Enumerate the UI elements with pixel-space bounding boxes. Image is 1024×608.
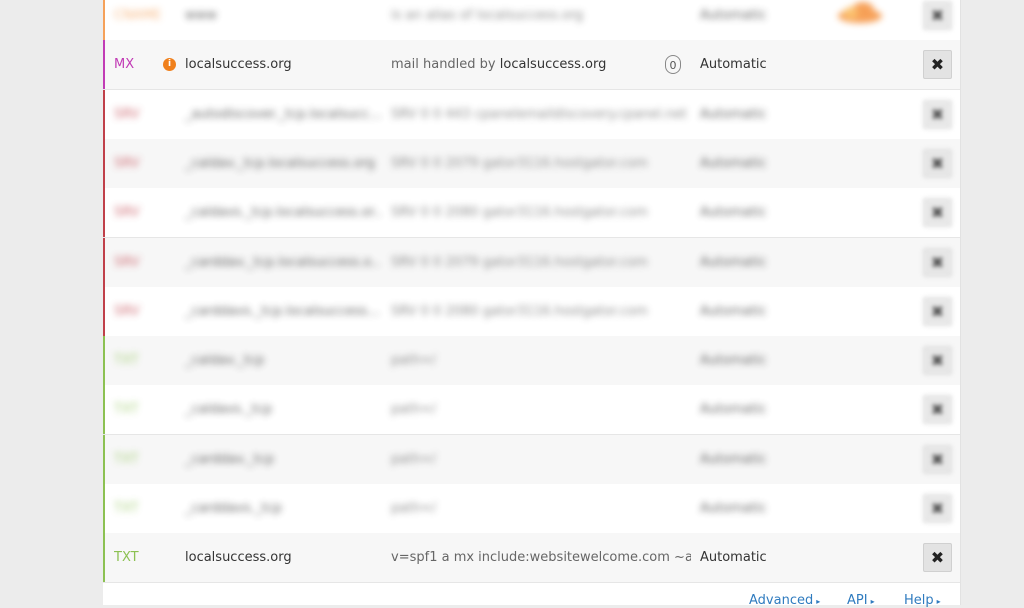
record-name[interactable]: www (185, 0, 381, 40)
dns-record-row: SRV _carddavs._tcp.localsuccess.... SRV 0 … (103, 287, 960, 337)
record-type: SRV (114, 304, 140, 319)
record-name[interactable]: _carddav._tcp (185, 435, 381, 484)
record-name[interactable]: localsuccess.org (185, 533, 381, 582)
delete-record-button[interactable]: ✖ (923, 395, 952, 424)
record-value-host: localsuccess.org (499, 57, 607, 72)
record-name[interactable]: _carddavs._tcp (185, 484, 381, 533)
delete-record-button[interactable]: ✖ (923, 1, 952, 30)
help-link[interactable]: Help ▸ (904, 593, 941, 608)
advanced-link[interactable]: Advanced ▸ (749, 593, 820, 608)
record-name[interactable]: _caldav._tcp (185, 336, 381, 385)
record-name[interactable]: _caldav._tcp.localsuccess.org (185, 139, 381, 188)
record-type-color-bar (103, 484, 105, 533)
record-type: TXT (114, 501, 139, 516)
dns-record-row: TXT localsuccess.org v=spf1 a mx include:w… (103, 533, 960, 583)
delete-record-button[interactable]: ✖ (923, 100, 952, 129)
record-type: SRV (114, 156, 140, 171)
delete-record-button[interactable]: ✖ (923, 198, 952, 227)
info-icon[interactable]: i (163, 58, 176, 71)
record-value[interactable]: SRV 0 0 2079 gator3116.hostgator.com (391, 238, 691, 287)
record-type-color-bar (103, 238, 105, 287)
dns-record-row: TXT _carddav._tcp path=/Automatic ✖ (103, 435, 960, 485)
dns-record-row: TXT _caldav._tcp path=/Automatic ✖ (103, 336, 960, 386)
record-ttl[interactable]: Automatic (700, 0, 820, 40)
record-ttl[interactable]: Automatic (700, 336, 820, 385)
delete-record-button[interactable]: ✖ (923, 248, 952, 277)
record-ttl[interactable]: Automatic (700, 385, 820, 434)
record-type-color-bar (103, 90, 105, 139)
record-type: TXT (114, 452, 139, 467)
record-type-color-bar (103, 287, 105, 336)
dns-record-row: SRV _carddav._tcp.localsuccess.o... SRV 0 … (103, 238, 960, 288)
record-value[interactable]: v=spf1 a mx include:websitewelcome.com ~… (391, 533, 691, 582)
record-type-color-bar (103, 533, 105, 582)
record-ttl[interactable]: Automatic (700, 90, 820, 139)
delete-record-button[interactable]: ✖ (923, 297, 952, 326)
record-ttl[interactable]: Automatic (700, 238, 820, 287)
record-ttl[interactable]: Automatic (700, 484, 820, 533)
dns-record-row: SRV _caldav._tcp.localsuccess.org SRV 0 0 … (103, 139, 960, 189)
api-link[interactable]: API ▸ (847, 593, 875, 608)
record-value[interactable]: path=/ (391, 484, 691, 533)
record-type: SRV (114, 107, 140, 122)
record-type: TXT (114, 402, 139, 417)
record-type: CNAME (114, 8, 162, 23)
record-type-color-bar (103, 0, 105, 40)
record-ttl[interactable]: Automatic (700, 139, 820, 188)
record-type-color-bar (103, 188, 105, 237)
delete-record-button[interactable]: ✖ (923, 149, 952, 178)
record-ttl[interactable]: Automatic (700, 435, 820, 484)
record-type: MX (114, 57, 135, 72)
delete-record-button[interactable]: ✖ (923, 346, 952, 375)
dns-record-row: TXT _caldavs._tcp path=/Automatic ✖ (103, 385, 960, 435)
record-name[interactable]: _caldavs._tcp (185, 385, 381, 434)
record-ttl[interactable]: Automatic (700, 533, 820, 582)
record-value[interactable]: SRV 0 0 2079 gator3116.hostgator.com (391, 139, 691, 188)
delete-record-button[interactable]: ✖ (923, 494, 952, 523)
record-value[interactable]: is an alias of localsuccess.org (391, 0, 691, 40)
dns-record-row: CNAME www is an alias of localsuccess.org A… (103, 0, 960, 41)
dns-record-row: SRV _autodiscover._tcp.localsucc... SRV 0 … (103, 90, 960, 140)
priority-badge[interactable]: 0 (665, 55, 681, 74)
record-name[interactable]: _autodiscover._tcp.localsucc... (185, 90, 381, 139)
record-type: TXT (114, 550, 139, 565)
record-type-color-bar (103, 385, 105, 434)
record-type: TXT (114, 353, 139, 368)
record-type-color-bar (103, 435, 105, 484)
record-value[interactable]: path=/ (391, 336, 691, 385)
record-value[interactable]: path=/ (391, 435, 691, 484)
record-ttl[interactable]: Automatic (700, 40, 820, 89)
record-type-color-bar (103, 40, 105, 89)
cloud-proxy-icon[interactable] (835, 1, 885, 25)
delete-record-button[interactable]: ✖ (923, 50, 952, 79)
record-value[interactable]: SRV 0 0 2080 gator3116.hostgator.com (391, 287, 691, 336)
delete-record-button[interactable]: ✖ (923, 543, 952, 572)
dns-record-row: TXT _carddavs._tcp path=/Automatic ✖ (103, 484, 960, 534)
record-ttl[interactable]: Automatic (700, 287, 820, 336)
record-type: SRV (114, 255, 140, 270)
dns-record-row: SRV _caldavs._tcp.localsuccess.or... SRV 0… (103, 188, 960, 238)
record-name[interactable]: localsuccess.org (185, 40, 381, 89)
record-type: SRV (114, 205, 140, 220)
delete-record-button[interactable]: ✖ (923, 445, 952, 474)
record-value[interactable]: path=/ (391, 385, 691, 434)
record-ttl[interactable]: Automatic (700, 188, 820, 237)
record-value[interactable]: mail handled by localsuccess.org (391, 40, 691, 89)
record-name[interactable]: _carddav._tcp.localsuccess.o... (185, 238, 381, 287)
dns-record-row: MX i localsuccess.org mail handled by local… (103, 40, 960, 90)
record-type-color-bar (103, 336, 105, 385)
record-name[interactable]: _carddavs._tcp.localsuccess.... (185, 287, 381, 336)
record-value-prefix: mail handled by (391, 57, 500, 72)
record-value[interactable]: SRV 0 0 2080 gator3116.hostgator.com (391, 188, 691, 237)
record-value[interactable]: SRV 0 0 443 cpanelemaildiscovery.cpanel.… (391, 90, 691, 139)
record-name[interactable]: _caldavs._tcp.localsuccess.or... (185, 188, 381, 237)
record-type-color-bar (103, 139, 105, 188)
footer-links: Advanced ▸ API ▸ Help ▸ (103, 583, 960, 608)
dns-records-panel: CNAME www is an alias of localsuccess.org A… (103, 0, 961, 608)
